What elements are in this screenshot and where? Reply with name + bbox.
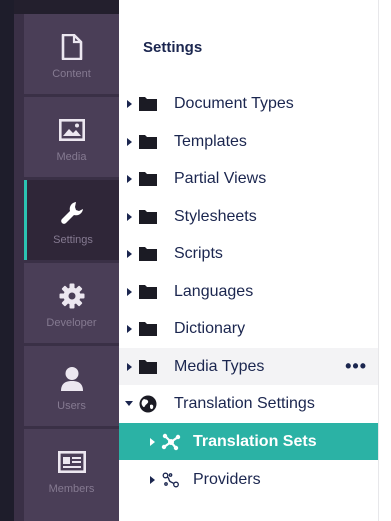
section-media[interactable]: Media <box>24 97 119 177</box>
section-label-content: Content <box>52 68 91 80</box>
tree-item-label: Media Types <box>174 357 265 375</box>
tree-item-dictionary[interactable]: Dictionary <box>119 310 381 347</box>
section-developer[interactable]: Developer <box>24 263 119 343</box>
tree-item-templates[interactable]: Templates <box>119 123 381 160</box>
section-settings[interactable]: Settings <box>24 180 119 260</box>
tree-item-providers[interactable]: Providers <box>119 461 381 498</box>
folder-icon <box>137 94 159 114</box>
folder-icon <box>137 357 159 377</box>
section-nav-top <box>14 0 119 14</box>
tree-item-stylesheets[interactable]: Stylesheets <box>119 198 381 235</box>
tree-item-label: Providers <box>193 470 261 488</box>
image-icon <box>57 115 87 145</box>
id-card-icon <box>57 447 87 477</box>
document-icon <box>57 32 87 62</box>
section-label-users: Users <box>57 400 86 412</box>
tree-item-partial-views[interactable]: Partial Views <box>119 160 381 197</box>
wrench-icon <box>58 198 88 228</box>
caret-right-icon[interactable] <box>125 99 133 109</box>
caret-down-icon[interactable] <box>125 399 133 409</box>
caret-right-icon[interactable] <box>125 249 133 259</box>
caret-right-icon[interactable] <box>125 174 133 184</box>
more-options-button[interactable]: ••• <box>345 357 367 375</box>
section-navigation: Content Media Settings Developer Users M… <box>14 0 119 521</box>
editor-area <box>379 0 391 521</box>
connection-icon <box>160 470 182 490</box>
folder-icon <box>137 132 159 152</box>
tree-title: Settings <box>143 39 203 56</box>
folder-icon <box>137 207 159 227</box>
user-icon <box>57 364 87 394</box>
section-members[interactable]: Members <box>24 429 119 521</box>
tree-item-translation-sets[interactable]: Translation Sets <box>119 423 381 460</box>
tree-item-label: Document Types <box>174 94 294 112</box>
section-label-members: Members <box>48 483 95 495</box>
tree-item-label: Translation Sets <box>193 432 317 450</box>
section-label-media: Media <box>56 151 87 163</box>
caret-right-icon[interactable] <box>125 362 133 372</box>
tree-item-languages[interactable]: Languages <box>119 273 381 310</box>
tree-item-label: Languages <box>174 282 254 300</box>
caret-right-icon[interactable] <box>125 287 133 297</box>
tree-item-translation-settings[interactable]: Translation Settings <box>119 385 381 422</box>
folder-icon <box>137 169 159 189</box>
section-label-developer: Developer <box>46 317 97 329</box>
section-users[interactable]: Users <box>24 346 119 426</box>
tree-item-label: Templates <box>174 132 247 150</box>
tree-item-label: Translation Settings <box>174 394 315 412</box>
caret-right-icon[interactable] <box>148 475 156 485</box>
section-label-settings: Settings <box>53 234 93 246</box>
folder-icon <box>137 319 159 339</box>
tree-item-scripts[interactable]: Scripts <box>119 235 381 272</box>
caret-right-icon[interactable] <box>125 137 133 147</box>
folder-icon <box>137 244 159 264</box>
tree-item-label: Stylesheets <box>174 207 257 225</box>
app-window: Content Media Settings Developer Users M… <box>0 0 391 521</box>
globe-icon <box>137 394 159 414</box>
settings-tree-panel: Settings Document Types Templates Partia… <box>119 14 381 521</box>
app-edge-strip <box>0 0 14 521</box>
caret-right-icon[interactable] <box>125 212 133 222</box>
section-content[interactable]: Content <box>24 14 119 94</box>
caret-right-icon[interactable] <box>148 437 156 447</box>
tree-item-media-types[interactable]: Media Types ••• <box>119 348 381 385</box>
tree-item-label: Scripts <box>174 244 223 262</box>
caret-right-icon[interactable] <box>125 324 133 334</box>
tree-item-label: Dictionary <box>174 319 246 337</box>
tree-item-document-types[interactable]: Document Types <box>119 85 381 122</box>
network-icon <box>160 432 182 452</box>
gear-icon <box>57 281 87 311</box>
folder-icon <box>137 282 159 302</box>
tree-item-label: Partial Views <box>174 169 267 187</box>
